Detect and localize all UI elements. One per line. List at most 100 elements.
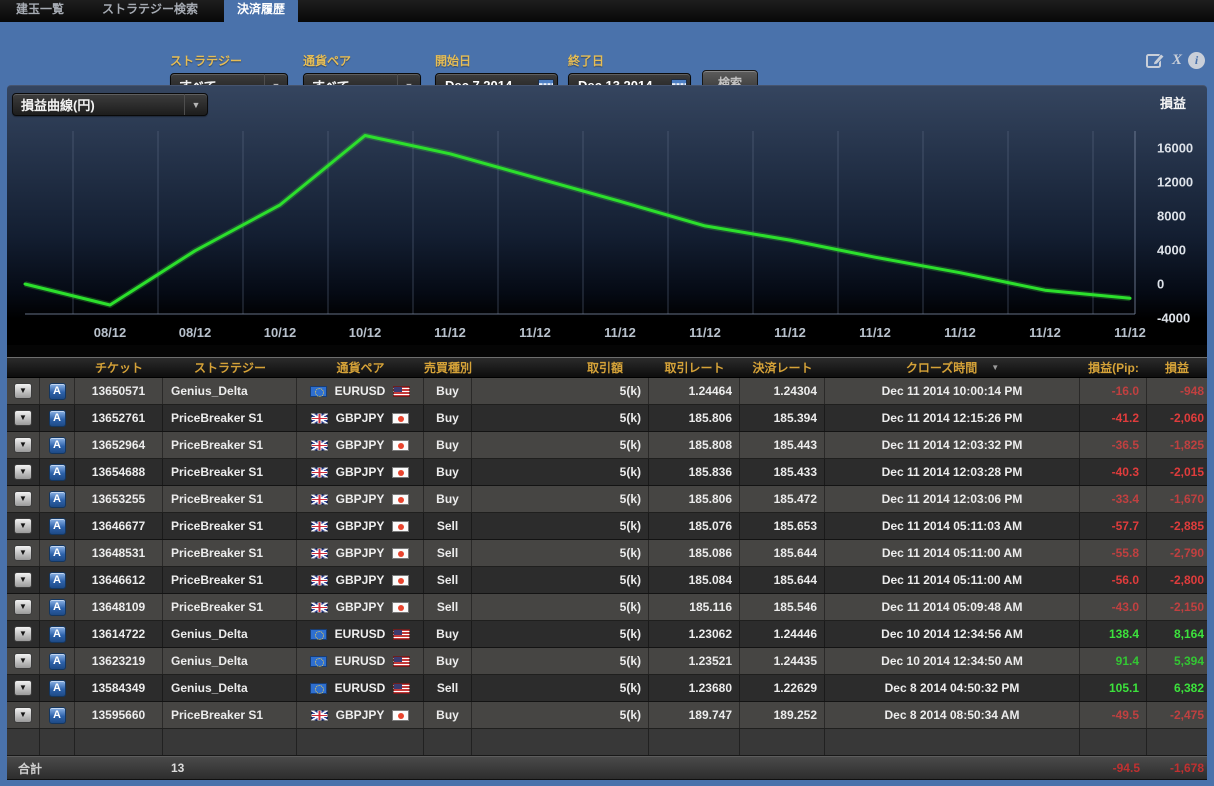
strategy-a-badge[interactable]: A bbox=[49, 464, 66, 481]
header-expander-column bbox=[7, 358, 40, 377]
strategy-a-badge[interactable]: A bbox=[49, 626, 66, 643]
strategy-a-badge[interactable]: A bbox=[49, 545, 66, 562]
side-cell: Buy bbox=[424, 432, 472, 458]
strategy-a-badge[interactable]: A bbox=[49, 599, 66, 616]
gb-flag-icon bbox=[311, 494, 328, 505]
strategy-cell: PriceBreaker S1 bbox=[163, 432, 297, 458]
profit-cell: -1,825 bbox=[1147, 432, 1207, 458]
table-row: ▼A13646677PriceBreaker S1GBPJPYSell5(k)1… bbox=[7, 513, 1207, 540]
profit-cell: -948 bbox=[1147, 378, 1207, 404]
row-expander-button[interactable]: ▼ bbox=[14, 626, 32, 642]
ticket-cell: 13654688 bbox=[75, 459, 163, 485]
strategy-a-badge[interactable]: A bbox=[49, 518, 66, 535]
column-header-amount[interactable]: 取引額 bbox=[472, 358, 649, 377]
strategy-a-badge[interactable]: A bbox=[49, 707, 66, 724]
empty-row bbox=[7, 729, 1207, 756]
amount-cell: 5(k) bbox=[472, 621, 649, 647]
column-header-pips[interactable]: 損益(Pip: bbox=[1080, 358, 1147, 377]
row-expander-button[interactable]: ▼ bbox=[14, 383, 32, 399]
row-expander-button[interactable]: ▼ bbox=[14, 491, 32, 507]
table-row: ▼A13646612PriceBreaker S1GBPJPYSell5(k)1… bbox=[7, 567, 1207, 594]
eu-flag-icon bbox=[310, 629, 327, 640]
table-row: ▼A13652761PriceBreaker S1GBPJPYBuy5(k)18… bbox=[7, 405, 1207, 432]
column-header-time[interactable]: クローズ時間▼ bbox=[825, 358, 1080, 377]
empty-cell bbox=[40, 729, 75, 755]
strategy-a-badge[interactable]: A bbox=[49, 572, 66, 589]
column-header-strategy[interactable]: ストラテジー bbox=[163, 358, 297, 377]
strategy-cell: PriceBreaker S1 bbox=[163, 405, 297, 431]
svg-text:11/12: 11/12 bbox=[859, 325, 891, 340]
chevron-down-icon[interactable]: ▼ bbox=[184, 94, 207, 115]
row-expander-button[interactable]: ▼ bbox=[14, 464, 32, 480]
export-icon[interactable] bbox=[1146, 52, 1166, 69]
column-header-pair[interactable]: 通貨ペア bbox=[297, 358, 424, 377]
amount-cell: 5(k) bbox=[472, 594, 649, 620]
chart-type-select-group: 損益曲線(円) ▼ bbox=[12, 93, 208, 116]
close-time-cell: Dec 11 2014 12:03:28 PM bbox=[825, 459, 1080, 485]
ticket-cell: 13650571 bbox=[75, 378, 163, 404]
row-expander-button[interactable]: ▼ bbox=[14, 680, 32, 696]
currency-pair-cell: GBPJPY bbox=[297, 702, 424, 728]
info-icon[interactable]: i bbox=[1188, 52, 1205, 69]
currency-pair-cell: GBPJPY bbox=[297, 540, 424, 566]
pips-cell: -43.0 bbox=[1080, 594, 1147, 620]
strategy-cell: Genius_Delta bbox=[163, 648, 297, 674]
ticket-cell: 13648531 bbox=[75, 540, 163, 566]
side-cell: Sell bbox=[424, 540, 472, 566]
excel-icon[interactable]: X bbox=[1172, 52, 1182, 69]
strategy-a-badge[interactable]: A bbox=[49, 437, 66, 454]
row-expander-button[interactable]: ▼ bbox=[14, 653, 32, 669]
pips-cell: 105.1 bbox=[1080, 675, 1147, 701]
profit-cell: -2,800 bbox=[1147, 567, 1207, 593]
currency-pair-cell: GBPJPY bbox=[297, 459, 424, 485]
close-time-cell: Dec 10 2014 12:34:50 AM bbox=[825, 648, 1080, 674]
strategy-a-badge[interactable]: A bbox=[49, 491, 66, 508]
close-time-cell: Dec 8 2014 04:50:32 PM bbox=[825, 675, 1080, 701]
row-expander-button[interactable]: ▼ bbox=[14, 437, 32, 453]
total-profit: -1,678 bbox=[1147, 757, 1207, 779]
row-expander-button[interactable]: ▼ bbox=[14, 518, 32, 534]
strategy-a-badge[interactable]: A bbox=[49, 680, 66, 697]
chart-type-dropdown[interactable]: 損益曲線(円) ▼ bbox=[12, 93, 208, 116]
start-date-label: 開始日 bbox=[435, 52, 558, 69]
gb-flag-icon bbox=[311, 710, 328, 721]
strategy-a-badge[interactable]: A bbox=[49, 410, 66, 427]
row-expander-button[interactable]: ▼ bbox=[14, 545, 32, 561]
jp-flag-icon bbox=[392, 467, 409, 478]
open-rate-cell: 189.747 bbox=[649, 702, 740, 728]
strategy-a-badge[interactable]: A bbox=[49, 653, 66, 670]
column-header-side[interactable]: 売買種別 bbox=[424, 358, 472, 377]
close-rate-cell: 185.443 bbox=[740, 432, 825, 458]
tab-3[interactable]: 決済履歴 bbox=[224, 0, 298, 22]
amount-cell: 5(k) bbox=[472, 405, 649, 431]
column-header-ticket[interactable]: チケット bbox=[75, 358, 163, 377]
column-header-crate[interactable]: 決済レート bbox=[740, 358, 825, 377]
close-time-cell: Dec 8 2014 08:50:34 AM bbox=[825, 702, 1080, 728]
a-badge-cell: A bbox=[40, 405, 75, 431]
pips-cell: -36.5 bbox=[1080, 432, 1147, 458]
eu-flag-icon bbox=[310, 656, 327, 667]
pips-cell: 138.4 bbox=[1080, 621, 1147, 647]
currency-pair-cell: GBPJPY bbox=[297, 486, 424, 512]
table-header-row: チケットストラテジー通貨ペア売買種別取引額取引レート決済レートクローズ時間▼損益… bbox=[7, 358, 1207, 378]
strategy-a-badge[interactable]: A bbox=[49, 383, 66, 400]
ticket-cell: 13595660 bbox=[75, 702, 163, 728]
column-header-orate[interactable]: 取引レート bbox=[649, 358, 740, 377]
column-header-pl[interactable]: 損益 bbox=[1147, 358, 1207, 377]
ticket-cell: 13623219 bbox=[75, 648, 163, 674]
row-expander-button[interactable]: ▼ bbox=[14, 707, 32, 723]
open-rate-cell: 1.23521 bbox=[649, 648, 740, 674]
pair-code: GBPJPY bbox=[336, 438, 385, 452]
row-expander-button[interactable]: ▼ bbox=[14, 410, 32, 426]
pips-cell: -16.0 bbox=[1080, 378, 1147, 404]
gb-flag-icon bbox=[311, 602, 328, 613]
close-time-cell: Dec 11 2014 12:15:26 PM bbox=[825, 405, 1080, 431]
empty-cell bbox=[825, 729, 1080, 755]
tab-2[interactable]: ストラテジー検索 bbox=[92, 0, 208, 22]
row-expander-button[interactable]: ▼ bbox=[14, 599, 32, 615]
pair-code: EURUSD bbox=[335, 627, 386, 641]
svg-text:11/12: 11/12 bbox=[604, 325, 636, 340]
row-expander-button[interactable]: ▼ bbox=[14, 572, 32, 588]
tab-1[interactable]: 建玉一覧 bbox=[6, 0, 74, 22]
currency-pair-cell: GBPJPY bbox=[297, 405, 424, 431]
